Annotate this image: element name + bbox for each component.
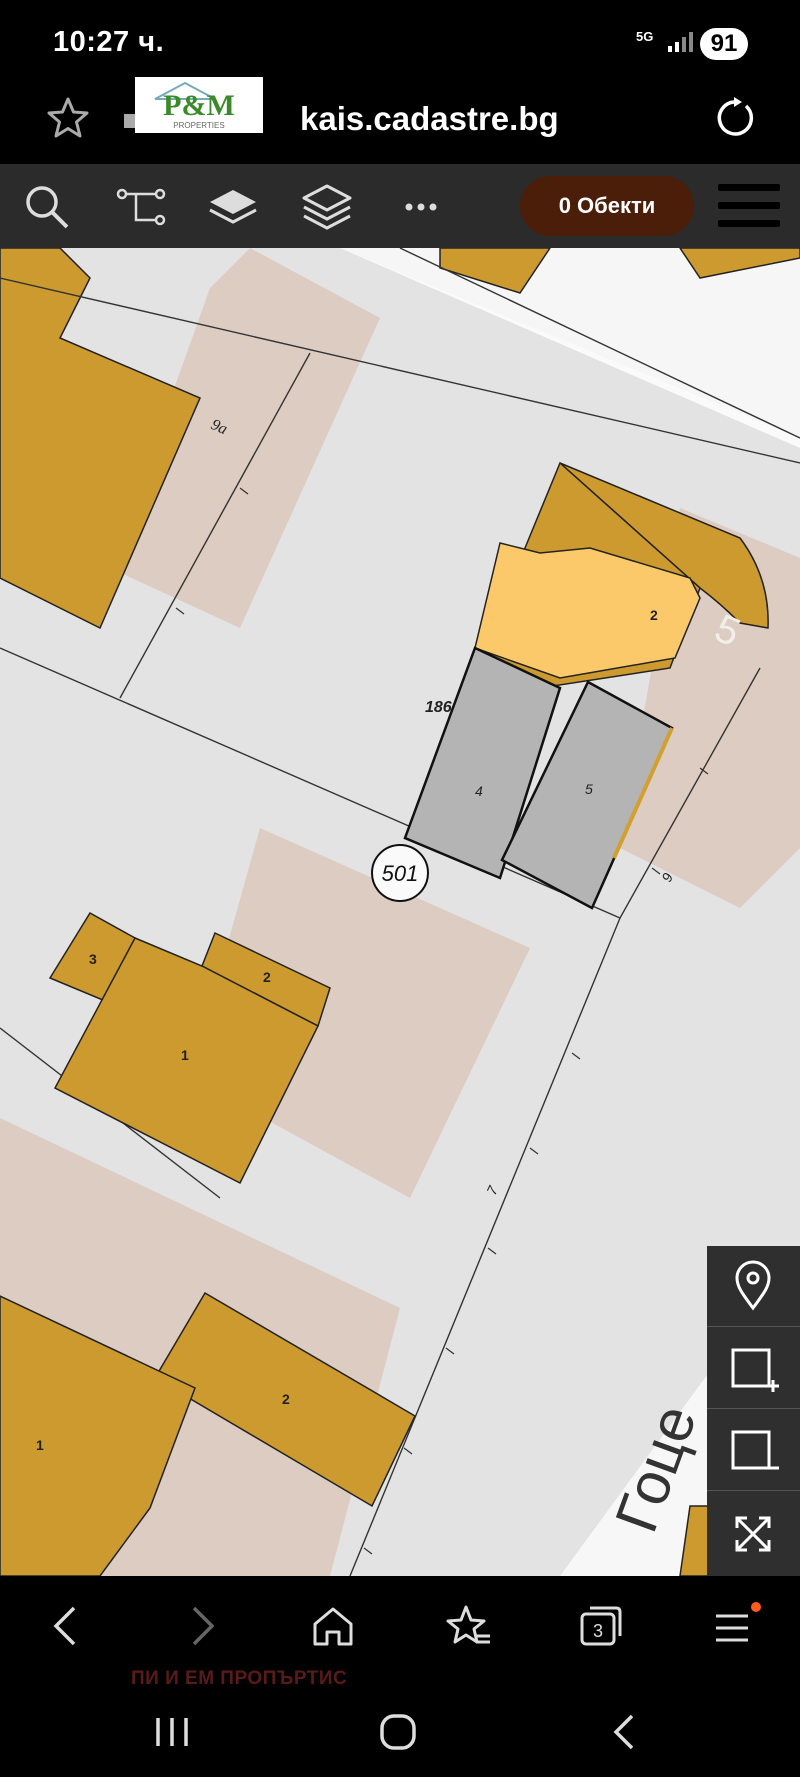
signal-icon bbox=[668, 30, 694, 57]
hamburger-menu-icon[interactable] bbox=[718, 182, 780, 235]
plot-id-label: 186 bbox=[425, 699, 452, 716]
bookmarks-icon[interactable] bbox=[444, 1602, 494, 1655]
status-time: 10:27 ч. bbox=[53, 26, 165, 58]
reload-icon[interactable] bbox=[710, 94, 758, 147]
location-pin-icon[interactable] bbox=[707, 1246, 800, 1327]
map-toolbar: 0 Обекти bbox=[0, 164, 800, 248]
lower-building-1-number: 1 bbox=[181, 1047, 189, 1063]
address-7-label: 7 bbox=[483, 1182, 501, 1197]
system-nav-bar bbox=[0, 1686, 800, 1777]
map-side-controls bbox=[707, 1246, 800, 1576]
network-indicator: 5G bbox=[636, 29, 654, 44]
building-2-number: 2 bbox=[650, 607, 658, 623]
recent-apps-icon[interactable] bbox=[152, 1712, 192, 1757]
bookmark-star-icon[interactable] bbox=[44, 94, 92, 147]
status-bar: 10:27 ч. 5G 91 bbox=[0, 0, 800, 80]
url-text[interactable]: kais.cadastre.bg bbox=[300, 100, 559, 138]
logo-subtext: PROPERTIES bbox=[173, 121, 224, 130]
tabs-icon[interactable]: 3 bbox=[578, 1602, 624, 1655]
back-icon[interactable] bbox=[44, 1602, 88, 1655]
system-home-icon[interactable] bbox=[376, 1712, 420, 1757]
svg-text:3: 3 bbox=[593, 1621, 603, 1641]
lower-building-3-number: 3 bbox=[89, 951, 97, 967]
forward-icon[interactable] bbox=[180, 1602, 224, 1655]
objects-button[interactable]: 0 Обекти bbox=[520, 176, 694, 236]
battery-badge: 91 bbox=[700, 28, 748, 60]
browser-menu-icon[interactable] bbox=[712, 1602, 762, 1655]
layers-icon[interactable] bbox=[302, 182, 352, 237]
browser-bottom-nav: 3 bbox=[0, 1576, 800, 1686]
fullscreen-icon[interactable] bbox=[707, 1492, 800, 1572]
bottom-building-1-number: 1 bbox=[36, 1437, 44, 1453]
watermark-logo: P&M PROPERTIES bbox=[135, 77, 263, 133]
select-add-icon[interactable] bbox=[707, 1328, 800, 1409]
cadastral-map[interactable]: 186 501 9а 9 7 5 Гоце 2 4 5 3 2 1 1 2 bbox=[0, 248, 800, 1576]
search-icon[interactable] bbox=[22, 182, 72, 237]
home-icon[interactable] bbox=[310, 1602, 356, 1655]
map-canvas[interactable]: 186 501 9а 9 7 5 Гоце 2 4 5 3 2 1 1 2 bbox=[0, 248, 800, 1576]
route-icon[interactable] bbox=[116, 182, 166, 237]
bottom-building-2-number: 2 bbox=[282, 1391, 290, 1407]
logo-text: P&M bbox=[163, 89, 235, 122]
building-5-number: 5 bbox=[585, 781, 593, 797]
select-remove-icon[interactable] bbox=[707, 1410, 800, 1491]
system-back-icon[interactable] bbox=[606, 1712, 646, 1757]
layer-icon[interactable] bbox=[208, 182, 258, 237]
more-icon[interactable] bbox=[396, 182, 446, 237]
browser-url-bar: kais.cadastre.bg bbox=[0, 80, 800, 164]
lower-building-2-number: 2 bbox=[263, 969, 271, 985]
parcel-circle-label: 501 bbox=[382, 861, 419, 886]
building-4-number: 4 bbox=[475, 783, 483, 799]
